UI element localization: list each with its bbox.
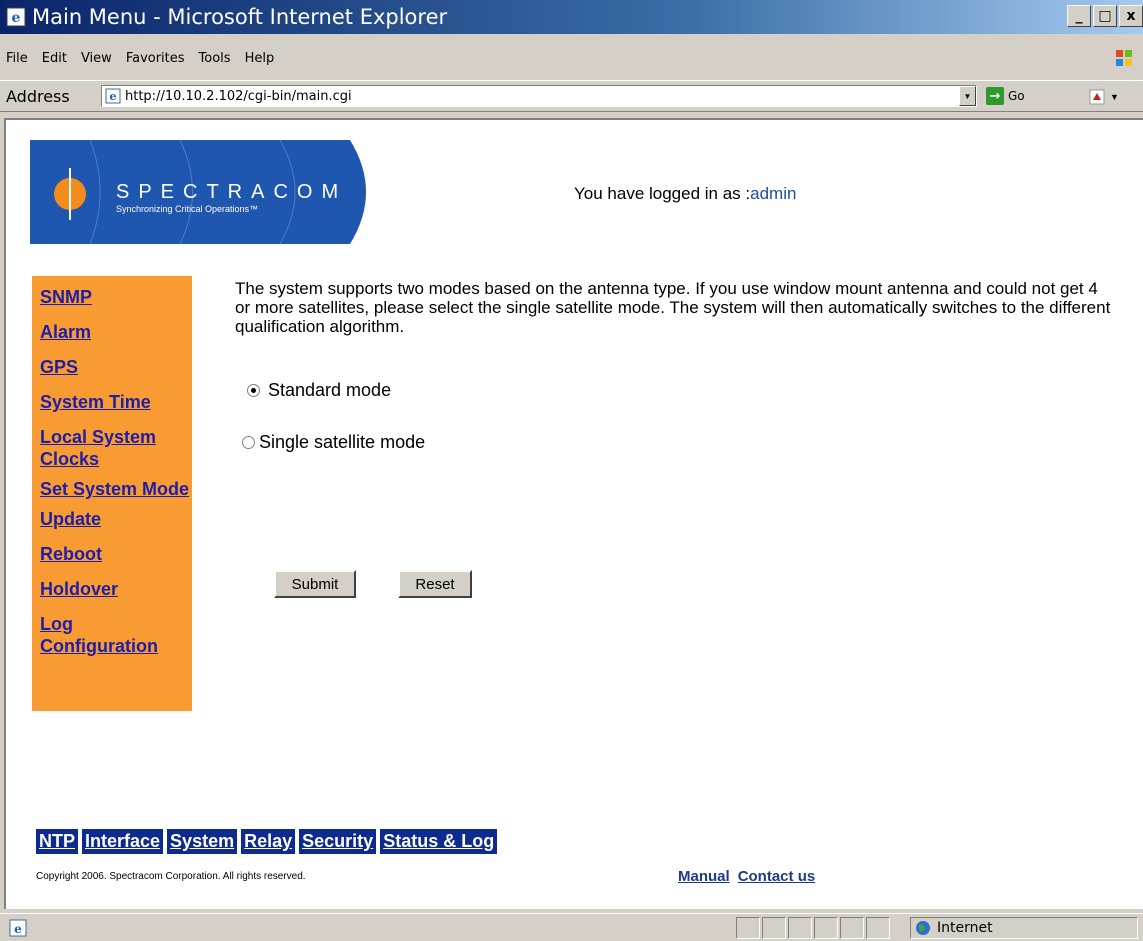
window-title: Main Menu - Microsoft Internet Explorer: [32, 5, 448, 29]
status-bar: e Internet: [0, 913, 1143, 941]
submit-button[interactable]: Submit: [274, 570, 356, 598]
single-satellite-mode-option[interactable]: Single satellite mode: [242, 432, 425, 453]
menu-file[interactable]: File: [0, 51, 35, 66]
minimize-button[interactable]: _: [1067, 5, 1091, 27]
maximize-button[interactable]: □: [1093, 5, 1117, 27]
address-input[interactable]: e http://10.10.2.102/cgi-bin/main.cgi ▼: [101, 85, 977, 107]
sidebar-item-update[interactable]: Update: [40, 508, 192, 530]
menu-tools[interactable]: Tools: [192, 51, 238, 66]
nav-relay[interactable]: Relay: [241, 829, 296, 854]
status-cell: [814, 917, 838, 939]
sidebar-menu: SNMP Alarm GPS System Time Local System …: [32, 276, 192, 711]
page-status-icon: e: [9, 919, 27, 937]
sidebar-item-snmp[interactable]: SNMP: [40, 286, 192, 308]
page-icon: e: [105, 88, 121, 104]
status-cell: [866, 917, 890, 939]
security-zone: Internet: [910, 917, 1138, 939]
go-label: Go: [1008, 89, 1025, 103]
page-viewport: SPECTRACOM Synchronizing Critical Operat…: [4, 118, 1143, 909]
menu-bar: File Edit View Favorites Tools Help: [0, 45, 1143, 71]
nav-security[interactable]: Security: [299, 829, 377, 854]
title-bar: e Main Menu - Microsoft Internet Explore…: [0, 0, 1143, 34]
address-label: Address: [6, 86, 70, 106]
pdf-icon: [1089, 89, 1105, 105]
menu-favorites[interactable]: Favorites: [119, 51, 192, 66]
go-button[interactable]: → Go: [986, 87, 1025, 105]
chevron-down-icon: ▼: [963, 91, 972, 101]
standard-mode-option[interactable]: Standard mode: [247, 380, 391, 401]
login-status: You have logged in as :admin: [574, 184, 796, 204]
sidebar-item-log-configuration[interactable]: Log Configuration: [40, 613, 192, 657]
address-bar: Address e http://10.10.2.102/cgi-bin/mai…: [0, 80, 1143, 112]
single-satellite-mode-label: Single satellite mode: [259, 432, 426, 452]
single-satellite-mode-radio[interactable]: [242, 436, 255, 449]
menu-help[interactable]: Help: [238, 51, 282, 66]
minimize-icon: _: [1075, 8, 1083, 24]
status-cell: [762, 917, 786, 939]
footer-links: Manual Contact us: [678, 868, 815, 885]
sidebar-item-system-time[interactable]: System Time: [40, 391, 192, 413]
address-url: http://10.10.2.102/cgi-bin/main.cgi: [125, 88, 352, 104]
sidebar-item-holdover[interactable]: Holdover: [40, 578, 192, 600]
maximize-icon: □: [1098, 8, 1112, 24]
nav-status-log[interactable]: Status & Log: [380, 829, 498, 854]
status-cell: [840, 917, 864, 939]
address-dropdown-button[interactable]: ▼: [959, 86, 976, 106]
sidebar-item-set-system-mode[interactable]: Set System Mode: [40, 478, 192, 500]
chevron-down-icon: ▼: [1110, 92, 1119, 102]
status-cell: [736, 917, 760, 939]
sidebar-item-gps[interactable]: GPS: [40, 356, 192, 378]
menu-view[interactable]: View: [74, 51, 119, 66]
mode-description: The system supports two modes based on t…: [235, 279, 1111, 336]
sidebar-item-alarm[interactable]: Alarm: [40, 321, 192, 343]
close-button[interactable]: x: [1119, 5, 1143, 27]
manual-link[interactable]: Manual: [678, 868, 730, 885]
internet-explorer-icon: e: [6, 7, 26, 27]
svg-text:e: e: [12, 10, 21, 26]
copyright: Copyright 2006. Spectracom Corporation. …: [36, 871, 306, 882]
windows-logo-icon: [1116, 50, 1132, 66]
spectracom-logo: SPECTRACOM Synchronizing Critical Operat…: [30, 140, 366, 244]
standard-mode-label: Standard mode: [268, 380, 392, 400]
security-zone-label: Internet: [937, 920, 993, 936]
logo-name: SPECTRACOM: [116, 181, 347, 203]
login-user: admin: [750, 184, 797, 203]
nav-ntp[interactable]: NTP: [36, 829, 78, 854]
svg-text:e: e: [14, 922, 22, 936]
nav-interface[interactable]: Interface: [82, 829, 164, 854]
sidebar-item-local-system-clocks[interactable]: Local System Clocks: [40, 426, 192, 470]
menu-edit[interactable]: Edit: [35, 51, 74, 66]
svg-text:e: e: [110, 90, 117, 103]
toolbar-extension-button[interactable]: ▼: [1088, 87, 1130, 107]
nav-system[interactable]: System: [167, 829, 238, 854]
close-icon: x: [1126, 8, 1136, 24]
globe-icon: [916, 921, 930, 935]
sidebar-item-reboot[interactable]: Reboot: [40, 543, 192, 565]
logo-tagline: Synchronizing Critical Operations™: [116, 204, 258, 214]
reset-button[interactable]: Reset: [398, 570, 472, 598]
status-cell: [788, 917, 812, 939]
login-prefix: You have logged in as :: [574, 184, 751, 203]
standard-mode-radio[interactable]: [247, 384, 260, 397]
contact-us-link[interactable]: Contact us: [738, 868, 816, 885]
go-arrow-icon: →: [986, 87, 1004, 105]
bottom-nav: NTP Interface System Relay Security Stat…: [36, 829, 498, 854]
